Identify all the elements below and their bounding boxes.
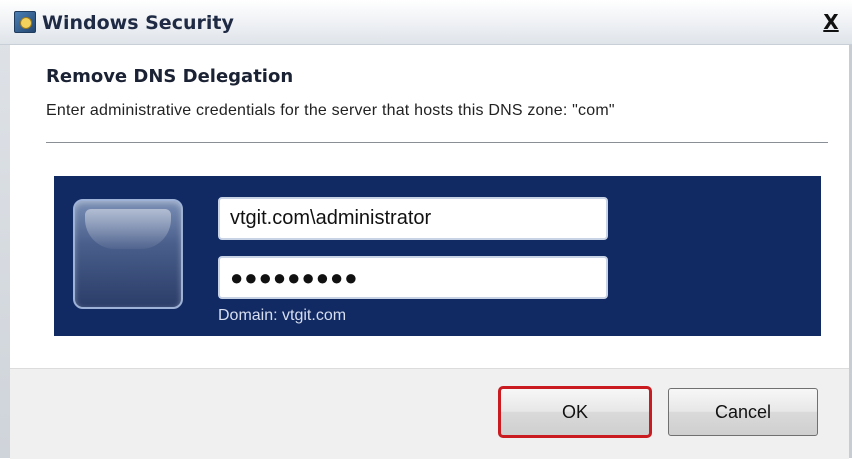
- dialog-description: Enter administrative credentials for the…: [46, 102, 615, 119]
- cancel-button[interactable]: Cancel: [668, 388, 818, 436]
- credential-tile: vtgit.com\administrator ●●●●●●●●● Domain…: [54, 176, 821, 336]
- divider: [46, 142, 828, 143]
- password-field[interactable]: ●●●●●●●●●: [218, 256, 608, 299]
- title-bar: Windows Security X: [0, 0, 852, 45]
- dialog-heading: Remove DNS Delegation: [46, 66, 294, 87]
- username-field[interactable]: vtgit.com\administrator: [218, 197, 608, 240]
- domain-label: Domain: vtgit.com: [218, 307, 347, 324]
- window-frame-left: [0, 0, 10, 458]
- security-icon: [14, 11, 36, 33]
- user-avatar-icon: [73, 199, 183, 309]
- ok-button[interactable]: OK: [498, 386, 652, 438]
- window-title: Windows Security: [42, 12, 234, 34]
- close-button[interactable]: X: [814, 9, 848, 35]
